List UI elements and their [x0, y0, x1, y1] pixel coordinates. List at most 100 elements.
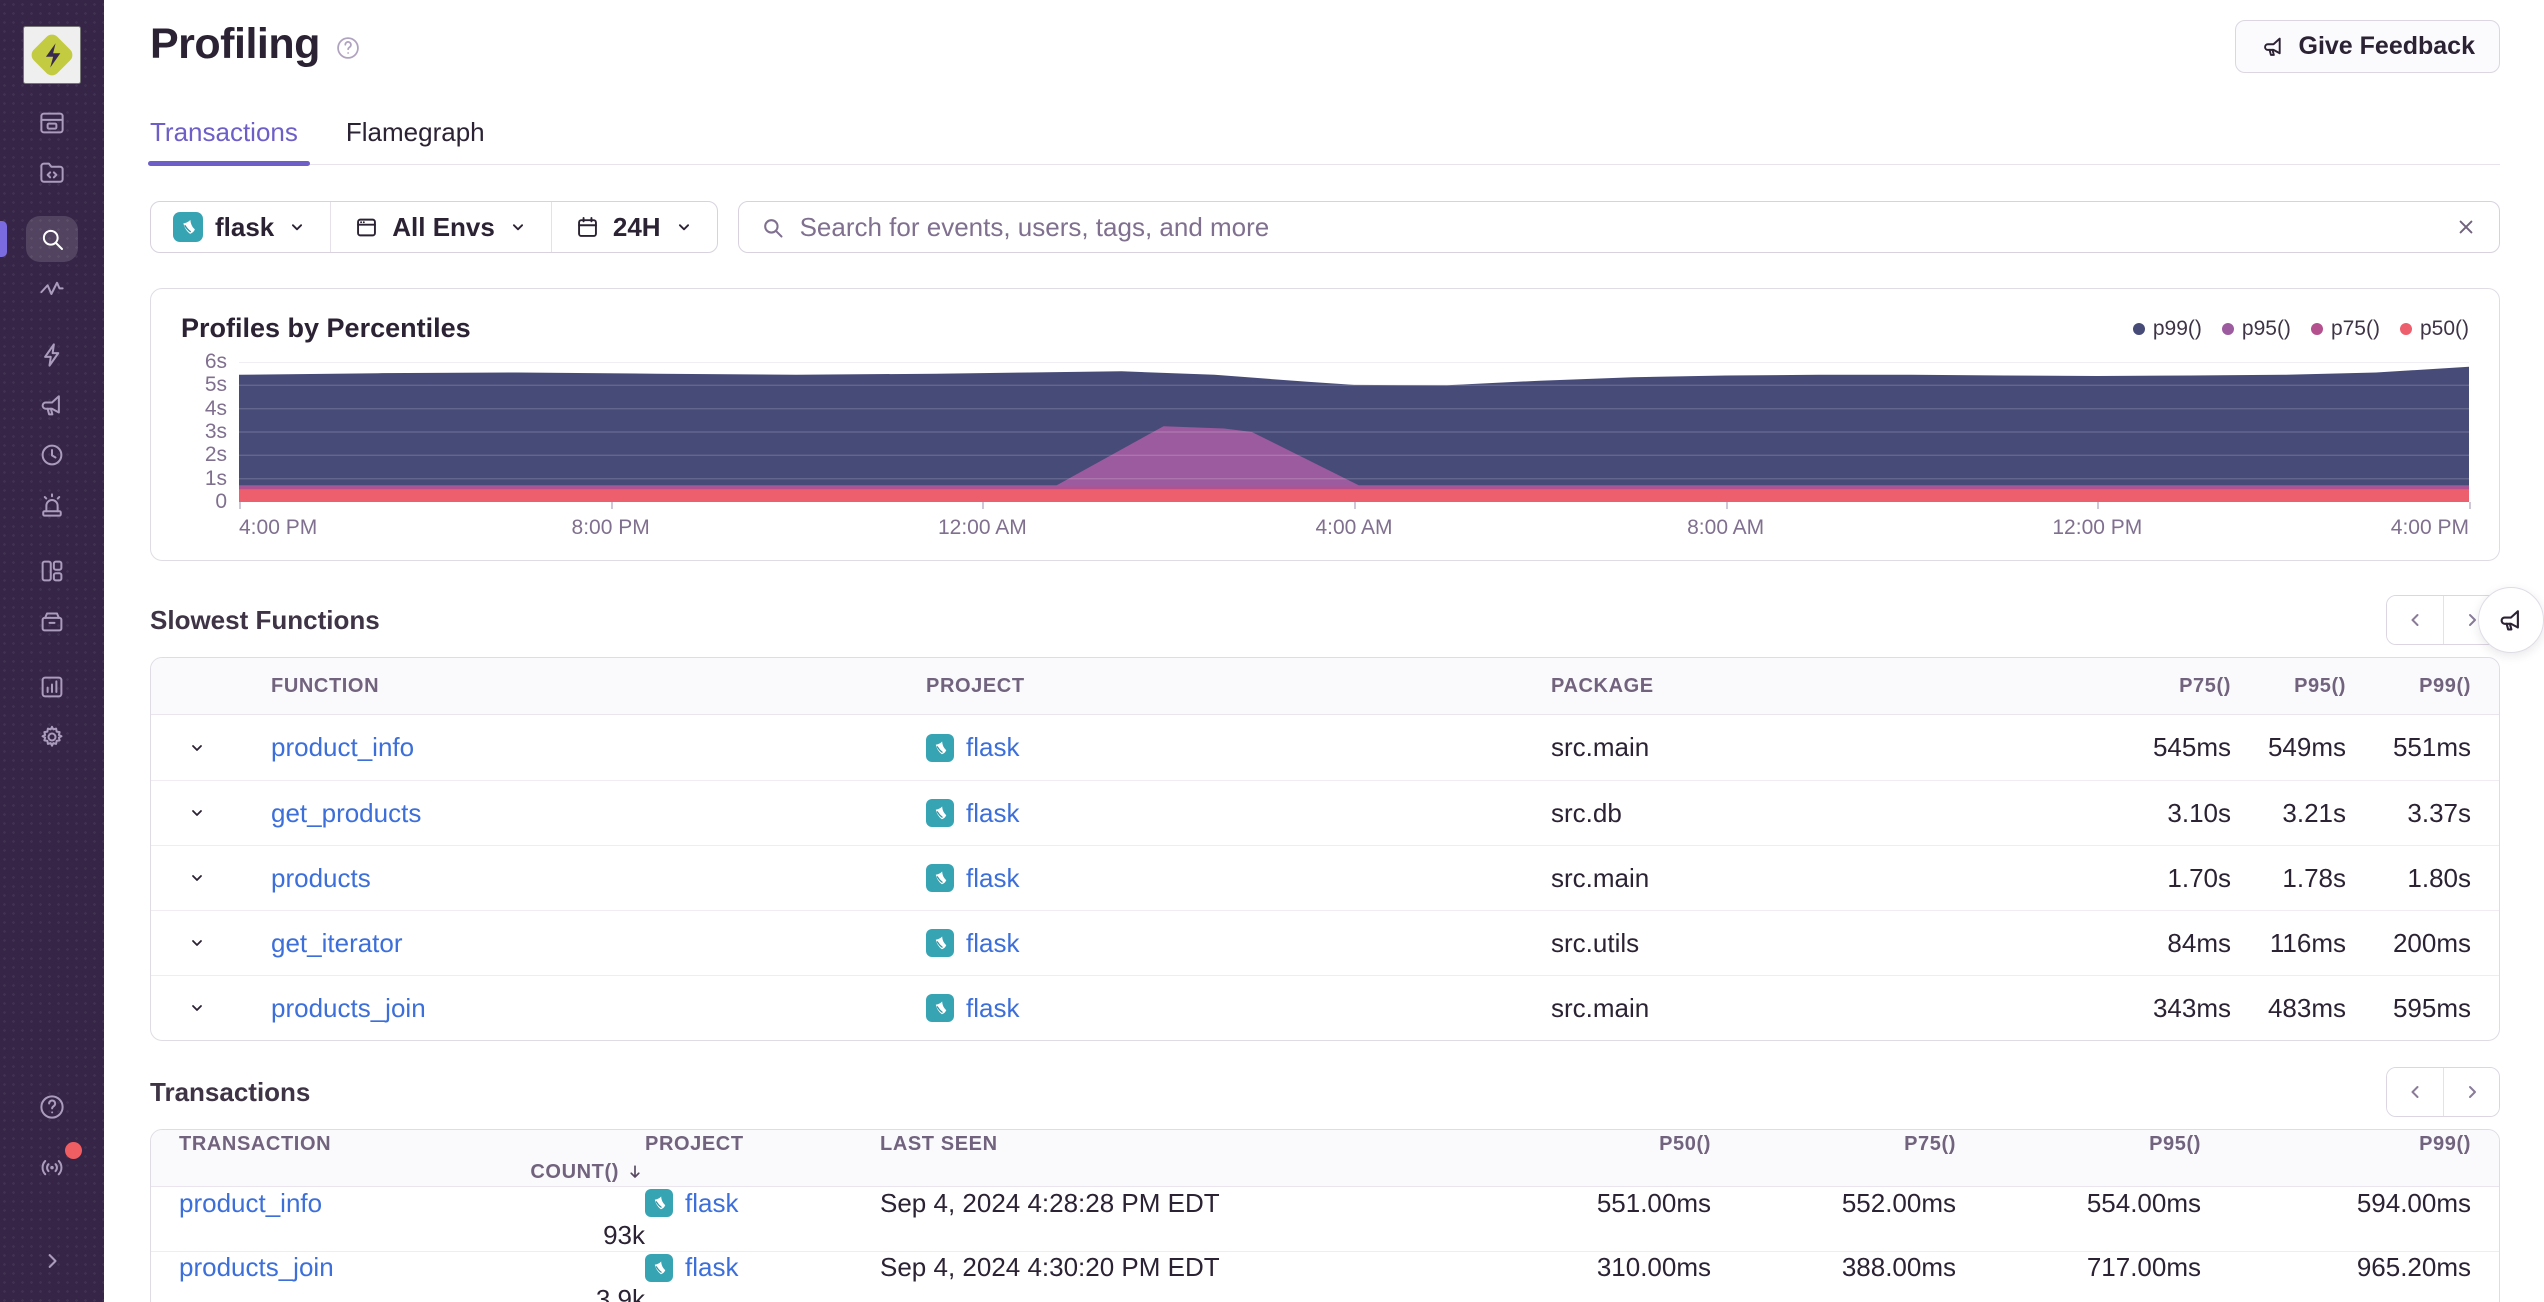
sidebar-item-explore[interactable] [0, 216, 78, 262]
column-header-p95[interactable]: P95() [1956, 1133, 2201, 1156]
expand-row-button[interactable] [175, 986, 219, 1030]
legend-item-p95[interactable]: p95() [2221, 317, 2291, 341]
function-link[interactable]: products [271, 863, 371, 894]
tab-flamegraph[interactable]: Flamegraph [346, 117, 489, 164]
column-header-p95[interactable]: P95() [2231, 675, 2346, 698]
column-header-package[interactable]: PACKAGE [1551, 675, 2101, 698]
column-header-project[interactable]: PROJECT [645, 1133, 880, 1156]
function-link[interactable]: product_info [271, 732, 414, 763]
sidebar-item-settings[interactable] [26, 714, 78, 760]
transaction-link[interactable]: products_join [179, 1252, 334, 1283]
table-row: products_join flask Sep 4, 2024 4:30:20 PM… [151, 1251, 2499, 1302]
y-tick-label: 4s [204, 396, 227, 420]
chart-x-ticks [239, 502, 2471, 510]
chevron-down-icon [192, 875, 202, 881]
column-header-p50[interactable]: P50() [1461, 1133, 1711, 1156]
y-tick-label: 5s [204, 373, 227, 397]
legend-item-p99[interactable]: p99() [2132, 317, 2202, 341]
lightning-icon [44, 343, 60, 367]
sidebar-item-replays[interactable] [26, 432, 78, 478]
sentry-logo[interactable] [23, 26, 81, 84]
archive-icon [41, 612, 63, 632]
next-page-button[interactable] [2443, 1068, 2499, 1116]
sidebar-item-stats[interactable] [26, 664, 78, 710]
sidebar-item-releases[interactable] [26, 598, 78, 644]
flask-logo-icon [935, 1001, 947, 1015]
give-feedback-button[interactable]: Give Feedback [2234, 20, 2500, 73]
gear-icon [41, 725, 63, 747]
function-link[interactable]: products_join [271, 993, 426, 1024]
tab-transactions[interactable]: Transactions [148, 117, 310, 166]
flask-project-icon [645, 1189, 673, 1217]
function-link[interactable]: get_products [271, 798, 421, 829]
flask-project-icon [926, 733, 954, 762]
flask-project-icon [645, 1253, 673, 1282]
sidebar-item-projects[interactable] [26, 150, 78, 196]
table-row: get_products flask src.db 3.10s 3.21s 3.37s [151, 780, 2499, 845]
sidebar [0, 0, 104, 1302]
expand-row-button[interactable] [175, 791, 219, 835]
column-header-p75[interactable]: P75() [2101, 675, 2231, 698]
column-header-p99[interactable]: P99() [2201, 1133, 2471, 1156]
previous-page-button[interactable] [2387, 1068, 2443, 1116]
p95-value: 3.21s [2282, 797, 2346, 828]
legend-item-p50[interactable]: p50() [2399, 317, 2469, 341]
column-header-p75[interactable]: P75() [1711, 1133, 1956, 1156]
project-filter[interactable]: flask [151, 202, 330, 252]
sidebar-item-alerts[interactable] [26, 482, 78, 528]
chevron-down-icon [507, 216, 529, 238]
environment-filter[interactable]: All Envs [330, 202, 551, 252]
arrow-down-icon [630, 1165, 640, 1178]
bar-chart-box-icon [41, 676, 63, 698]
p75-value: 3.10s [2167, 797, 2231, 828]
column-header-project[interactable]: PROJECT [926, 675, 1551, 698]
table-header-row: TRANSACTION PROJECT LAST SEEN P50() P75() P95… [151, 1130, 2499, 1187]
flask-logo-icon [183, 219, 195, 234]
x-tick-label: 8:00 AM [1687, 516, 1765, 539]
folder-code-icon [40, 162, 64, 183]
p99-value: 3.37s [2407, 797, 2471, 828]
x-tick [2097, 502, 2100, 509]
column-header-lastseen[interactable]: LAST SEEN [880, 1133, 1461, 1156]
chart-plot-area[interactable] [239, 362, 2469, 502]
project-cell: flask [926, 928, 1019, 959]
project-link[interactable]: flask [685, 1252, 738, 1283]
legend-item-p75[interactable]: p75() [2310, 317, 2380, 341]
project-link[interactable]: flask [966, 863, 1019, 894]
sidebar-collapse-button[interactable] [26, 1238, 78, 1284]
table-body: product_info flask src.main 545ms 549ms 551ms… [151, 715, 2499, 1040]
search-input[interactable] [799, 211, 2439, 243]
project-link[interactable]: flask [966, 993, 1019, 1024]
time-range-filter[interactable]: 24H [550, 202, 717, 252]
help-icon[interactable] [334, 34, 362, 62]
expand-row-button[interactable] [175, 921, 219, 965]
project-link[interactable]: flask [966, 732, 1019, 763]
expand-row-button[interactable] [175, 726, 219, 770]
previous-page-button[interactable] [2387, 596, 2443, 644]
sidebar-item-performance[interactable] [26, 266, 78, 312]
project-link[interactable]: flask [966, 798, 1019, 829]
sidebar-item-user-feedback[interactable] [26, 382, 78, 428]
tab-flamegraph-label: Flamegraph [345, 117, 485, 147]
sidebar-item-help[interactable] [26, 1084, 78, 1130]
function-link[interactable]: get_iterator [271, 928, 403, 959]
column-header-transaction[interactable]: TRANSACTION [179, 1133, 645, 1156]
sidebar-item-issues[interactable] [26, 100, 78, 146]
p99-value: 965.20ms [2356, 1252, 2471, 1283]
grid-icon [41, 560, 63, 582]
floating-feedback-button[interactable] [2478, 587, 2544, 653]
chevron-down-icon [192, 810, 202, 816]
project-link[interactable]: flask [685, 1188, 738, 1219]
flask-project-icon [926, 799, 954, 827]
expand-row-button[interactable] [175, 856, 219, 900]
sidebar-item-dashboards[interactable] [26, 548, 78, 594]
transaction-link[interactable]: product_info [179, 1188, 322, 1219]
column-header-p99[interactable]: P99() [2346, 675, 2471, 698]
chart-title: Profiles by Percentiles [181, 313, 471, 343]
column-header-count[interactable]: COUNT() [179, 1161, 645, 1184]
project-link[interactable]: flask [966, 928, 1019, 959]
sidebar-item-quick-start[interactable] [26, 332, 78, 378]
sidebar-item-whats-new[interactable] [26, 1142, 82, 1190]
column-header-function[interactable]: FUNCTION [271, 675, 926, 698]
close-icon[interactable] [2453, 214, 2479, 240]
